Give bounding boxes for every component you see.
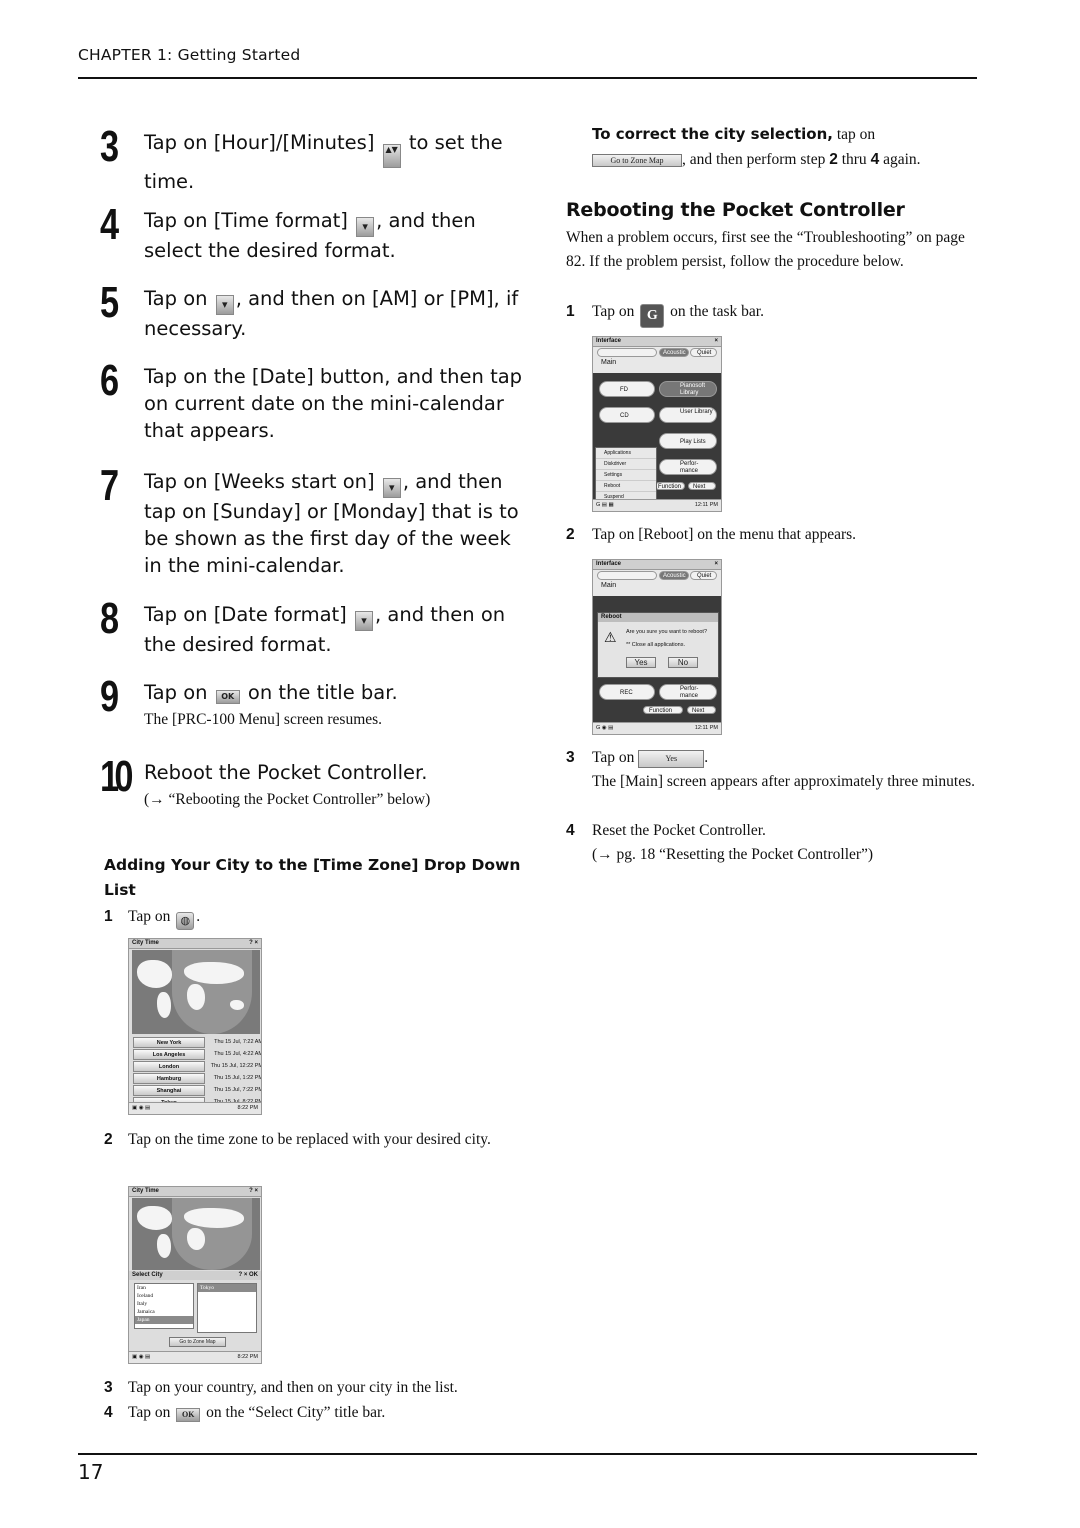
world-map — [132, 1198, 260, 1270]
go-to-zone-map-button-image: Go to Zone Map — [592, 154, 682, 167]
menu-item-diskdriver[interactable]: Diskdriver — [596, 459, 656, 470]
step-note: The [PRC-100 Menu] screen resumes. — [144, 711, 383, 728]
cd-button[interactable]: CD — [599, 407, 655, 423]
city-list[interactable]: Tokyo — [197, 1283, 257, 1333]
step-number: 4 — [100, 200, 119, 249]
header-rule — [78, 77, 977, 79]
go-to-zone-map-button[interactable]: Go to Zone Map — [169, 1337, 226, 1347]
city-row: Los Angeles Thu 15 Jul, 4:22 AM — [133, 1049, 262, 1060]
select-city-titlebar: Select City? × OK — [129, 1271, 261, 1280]
interface-menu-screenshot: Interface × Acoustic Quiet Main FD Pianos… — [592, 336, 722, 512]
step-number: 7 — [100, 461, 119, 510]
step-note: (→ “Rebooting the Pocket Controller” bel… — [144, 791, 431, 808]
country-option[interactable]: Italy — [135, 1300, 193, 1308]
step-number: 10 — [100, 752, 133, 801]
city-time: Thu 15 Jul, 7:22 AM — [214, 1039, 262, 1045]
play-lists-button[interactable]: Play Lists — [659, 433, 717, 449]
menu-item-reboot[interactable]: Reboot — [596, 481, 656, 492]
menu-item-settings[interactable]: Settings — [596, 470, 656, 481]
mode-acoustic[interactable]: Acoustic — [659, 348, 689, 357]
performance-button[interactable]: Perfor-mance — [659, 459, 717, 475]
start-menu-icon: G — [640, 304, 665, 328]
step-number: 6 — [100, 356, 119, 405]
warning-icon: ⚠ — [604, 629, 617, 645]
reboot-dialog: Reboot ⚠ Are you sure you want to reboot… — [597, 612, 719, 678]
fd-button[interactable]: FD — [599, 381, 655, 397]
step-number: 8 — [100, 594, 119, 643]
city-button[interactable]: New York — [133, 1037, 205, 1048]
country-option[interactable]: Iceland — [135, 1292, 193, 1300]
volume-slider[interactable] — [597, 571, 657, 580]
ok-button-icon: OK — [176, 1408, 201, 1422]
ok-button-icon: OK — [215, 690, 240, 704]
task-bar: ▣ ◉ ▤ 8:22 PM — [129, 1351, 261, 1363]
section-heading-rebooting: Rebooting the Pocket Controller — [566, 199, 905, 221]
section-label: Main — [601, 582, 617, 589]
dropdown-arrow-icon: ▾ — [382, 478, 401, 498]
next-button[interactable]: Next — [687, 706, 716, 714]
city-row: New York Thu 15 Jul, 7:22 AM — [133, 1037, 262, 1048]
mode-quiet[interactable]: Quiet — [690, 571, 717, 580]
performance-button[interactable]: Perfor-mance — [659, 684, 717, 700]
yes-button[interactable]: Yes — [626, 657, 656, 668]
city-option[interactable]: Tokyo — [198, 1284, 256, 1292]
section-label: Main — [601, 359, 617, 366]
task-bar: ▣ ◉ ▤ 8:22 PM — [129, 1102, 261, 1114]
world-map — [132, 950, 260, 1034]
globe-icon: ◍ — [176, 912, 195, 930]
country-option[interactable]: Japan — [135, 1316, 193, 1324]
city-row: Shanghai Thu 15 Jul, 7:22 PM — [133, 1085, 262, 1096]
dropdown-arrow-icon: ▾ — [215, 295, 234, 315]
step-number: 3 — [100, 122, 119, 171]
step-number: 5 — [100, 278, 119, 327]
task-bar: G ◉ ▤ 12:11 PM — [593, 722, 721, 734]
spin-updown-icon: ▲▼ — [382, 144, 401, 168]
country-list[interactable]: Iran Iceland Italy Jamaica Japan — [134, 1283, 194, 1329]
start-menu: Applications Diskdriver Settings Reboot Susp… — [595, 447, 657, 504]
city-button[interactable]: Hamburg — [133, 1073, 205, 1084]
city-time: Thu 15 Jul, 1:22 PM — [213, 1075, 262, 1081]
yes-button-image: Yes — [638, 750, 705, 768]
dropdown-arrow-icon: ▾ — [356, 217, 375, 237]
city-time: Thu 15 Jul, 7:22 PM — [213, 1087, 262, 1093]
mode-acoustic[interactable]: Acoustic — [659, 571, 689, 580]
footer-rule — [78, 1453, 977, 1455]
step-number: 9 — [100, 672, 119, 721]
volume-slider[interactable] — [597, 348, 657, 357]
reboot-dialog-screenshot: Interface × Acoustic Quiet Main Reboot ⚠ … — [592, 559, 722, 735]
country-option[interactable]: Iran — [135, 1284, 193, 1292]
city-button[interactable]: Shanghai — [133, 1085, 205, 1096]
city-button[interactable]: Los Angeles — [133, 1049, 205, 1060]
section-heading-adding-city: Adding Your City to the [Time Zone] Drop… — [104, 856, 521, 899]
task-bar: G ▤ ▦ 12:11 PM — [593, 499, 721, 511]
menu-item-applications[interactable]: Applications — [596, 448, 656, 459]
city-button[interactable]: London — [133, 1061, 205, 1072]
pianosoft-library-button[interactable]: Pianosoft Library — [659, 381, 717, 397]
rec-button[interactable]: REC — [599, 684, 655, 700]
country-option[interactable]: Jamaica — [135, 1308, 193, 1316]
correct-city-note: To correct the city selection, tap on Go… — [592, 125, 921, 168]
no-button[interactable]: No — [668, 657, 698, 668]
chapter-header: CHAPTER 1: Getting Started — [78, 46, 301, 64]
page-number: 17 — [78, 1460, 104, 1484]
city-row: Hamburg Thu 15 Jul, 1:22 PM — [133, 1073, 262, 1084]
select-city-screenshot: City Time? × Select City? × OK Iran Icela… — [128, 1186, 262, 1364]
dialog-question: Are you sure you want to reboot? — [626, 629, 708, 635]
city-time: Thu 15 Jul, 4:22 AM — [214, 1051, 262, 1057]
dropdown-arrow-icon: ▾ — [354, 611, 373, 631]
city-row: London Thu 15 Jul, 12:22 PM — [133, 1061, 262, 1072]
function-button[interactable]: Function — [643, 706, 683, 714]
city-time: Thu 15 Jul, 12:22 PM — [210, 1063, 262, 1069]
dialog-title: Reboot — [598, 613, 718, 622]
dialog-note: ** Close all applications. — [626, 642, 686, 648]
rebooting-intro: When a problem occurs, first see the “Tr… — [566, 229, 965, 270]
user-library-button[interactable]: User Library — [659, 407, 717, 423]
mode-quiet[interactable]: Quiet — [690, 348, 717, 357]
city-time-screenshot: City Time? × New York Thu 15 Jul, 7:22 AM… — [128, 938, 262, 1115]
next-button[interactable]: Next — [688, 482, 716, 490]
function-button[interactable]: Function — [655, 482, 685, 490]
